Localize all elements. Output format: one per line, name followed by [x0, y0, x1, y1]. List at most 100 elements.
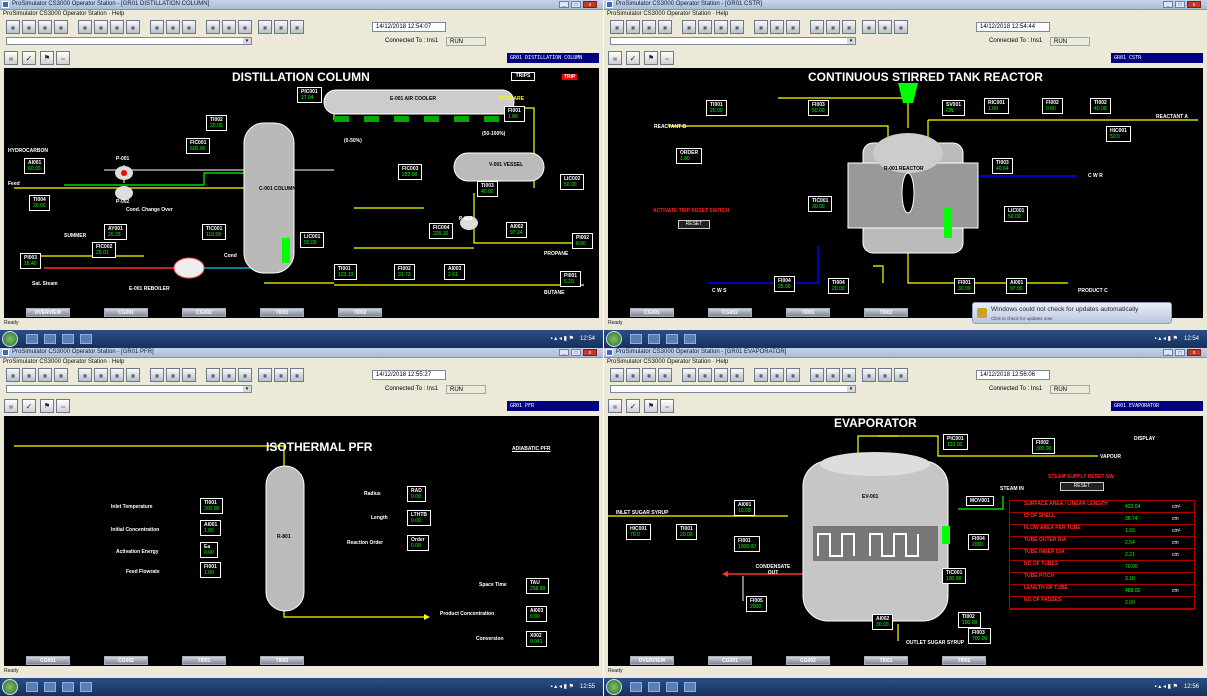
- trips-button[interactable]: TRIPS: [511, 72, 535, 81]
- tab-cg001[interactable]: CG001: [630, 308, 674, 317]
- pi003-tag[interactable]: PI003 16.40: [20, 253, 42, 269]
- taskbar-media-icon[interactable]: [666, 334, 678, 344]
- lic001-tag[interactable]: LIC001 50.00: [1004, 206, 1029, 222]
- system-tool-icon[interactable]: ▦: [842, 368, 856, 382]
- fic003-tag[interactable]: FIC003 282.00: [398, 164, 423, 180]
- chevron-down-icon[interactable]: ▾: [847, 386, 855, 392]
- overview-tool-icon[interactable]: ▦: [6, 368, 20, 382]
- fi003-tag[interactable]: FI003 700.00: [968, 628, 992, 644]
- tab-cg002[interactable]: CG002: [708, 308, 752, 317]
- menu-bar[interactable]: ProSimulator CS3000 Operator Station · H…: [0, 358, 603, 366]
- help-tool-icon[interactable]: ▦: [206, 368, 220, 382]
- tab-ti001[interactable]: TI001: [182, 656, 226, 665]
- ti004-tag[interactable]: TI004 20.00: [828, 278, 849, 294]
- tab-cg001[interactable]: CG001: [708, 656, 752, 665]
- display-button[interactable]: DISPLAY: [1134, 436, 1155, 442]
- navigate-tool-icon[interactable]: ▦: [166, 20, 180, 34]
- message-tool-icon[interactable]: ▦: [110, 20, 124, 34]
- video-tool-icon[interactable]: ▦: [290, 368, 304, 382]
- lthtb-tag[interactable]: LTHTB 0.00: [407, 510, 432, 526]
- help-tool-icon[interactable]: ▦: [206, 20, 220, 34]
- flag-icon[interactable]: ⚑: [40, 399, 54, 413]
- order-tag[interactable]: ORDER 1.80: [676, 148, 703, 164]
- x002-tag[interactable]: X002 0.041: [526, 631, 547, 647]
- tic001-tag[interactable]: TIC001 100.00: [942, 568, 967, 584]
- reset-button[interactable]: RESET: [1060, 482, 1104, 491]
- report-tool-icon[interactable]: ▦: [730, 20, 744, 34]
- print-icon[interactable]: ▤: [608, 399, 622, 413]
- mute-tool-icon[interactable]: ▦: [878, 368, 892, 382]
- adiabatic-pfr-link[interactable]: ADIABATIC PFR: [512, 446, 551, 452]
- tuning-tool-icon[interactable]: ▦: [658, 368, 672, 382]
- tray-icons[interactable]: ▪ ▴ ◂ ▮ ⚑: [550, 336, 574, 342]
- print-tool-icon[interactable]: ▦: [826, 368, 840, 382]
- pic001-tag[interactable]: PIC001 17.04: [297, 87, 322, 103]
- taskbar-folder-icon[interactable]: [44, 682, 56, 692]
- window-combo[interactable]: ▾: [6, 385, 252, 393]
- fic001-tag[interactable]: FIC001 500.00: [186, 138, 211, 154]
- ai001-tag[interactable]: AI001 97.00: [1006, 278, 1028, 294]
- faceplate-tool-icon[interactable]: ▦: [78, 368, 92, 382]
- trend-tool-icon[interactable]: ▦: [642, 20, 656, 34]
- ai001-tag[interactable]: AI001 1.00: [200, 520, 222, 536]
- reset-button[interactable]: RESET: [678, 220, 710, 229]
- fi001-tag[interactable]: FI001 1.88: [504, 106, 525, 122]
- graphic-tool-icon[interactable]: ▦: [22, 20, 36, 34]
- tab-ti002[interactable]: TI002: [338, 308, 382, 317]
- help-tool-icon[interactable]: ▦: [810, 20, 824, 34]
- copy-tool-icon[interactable]: ▦: [862, 368, 876, 382]
- chevron-down-icon[interactable]: ▾: [243, 386, 251, 392]
- maximize-button[interactable]: □: [571, 349, 581, 356]
- fi001-tag[interactable]: FI001 30.00: [954, 278, 975, 294]
- ti002-tag[interactable]: TI002 100.00: [958, 612, 982, 628]
- ai003-tag[interactable]: AI003 2.61: [444, 264, 466, 280]
- print-tool-icon[interactable]: ▦: [222, 20, 236, 34]
- rad-tag[interactable]: RAD 0.00: [407, 486, 426, 502]
- tab-ti001[interactable]: TI001: [786, 308, 830, 317]
- tab-ti001[interactable]: TI001: [864, 656, 908, 665]
- taskbar-ie-icon[interactable]: [630, 682, 642, 692]
- tab-overview[interactable]: OVERVIEW: [26, 308, 70, 317]
- copy-tool-icon[interactable]: ▦: [258, 20, 272, 34]
- taskbar-app-icon[interactable]: [684, 682, 696, 692]
- faceplate-tool-icon[interactable]: ▦: [682, 368, 696, 382]
- tab-cg001[interactable]: CG001: [104, 308, 148, 317]
- trend-tool-icon[interactable]: ▦: [38, 368, 52, 382]
- menu-bar[interactable]: ProSimulator CS3000 Operator Station · H…: [0, 10, 603, 18]
- minimize-button[interactable]: _: [559, 1, 569, 8]
- video-tool-icon[interactable]: ▦: [290, 20, 304, 34]
- ti003-tag[interactable]: TI003 40.00: [477, 181, 498, 197]
- maximize-button[interactable]: □: [1175, 1, 1185, 8]
- fi001-tag[interactable]: FI001 1000.00: [734, 536, 761, 552]
- ti001-tag[interactable]: TI001 123.10: [334, 264, 358, 280]
- tab-ti001[interactable]: TI001: [260, 308, 304, 317]
- taskbar-media-icon[interactable]: [666, 682, 678, 692]
- alarm-tool-icon[interactable]: ▦: [94, 20, 108, 34]
- overview-tool-icon[interactable]: ▦: [610, 20, 624, 34]
- navigate-tool-icon[interactable]: ▦: [166, 368, 180, 382]
- name-tool-icon[interactable]: ▦: [786, 368, 800, 382]
- start-button[interactable]: [2, 679, 18, 695]
- help-tool-icon[interactable]: ▦: [810, 368, 824, 382]
- system-tool-icon[interactable]: ▦: [238, 20, 252, 34]
- tau-tag[interactable]: TAU 258.80: [526, 578, 550, 594]
- faceplate-tool-icon[interactable]: ▦: [682, 20, 696, 34]
- ric001-tag[interactable]: RIC001 1.00: [984, 98, 1009, 114]
- minimize-button[interactable]: _: [1163, 349, 1173, 356]
- message-tool-icon[interactable]: ▦: [714, 20, 728, 34]
- alarm-tool-icon[interactable]: ▦: [698, 368, 712, 382]
- fic004-tag[interactable]: FIC004 226.10: [429, 223, 454, 239]
- fi002-tag[interactable]: FI002 300.00: [1032, 438, 1056, 454]
- fi001-tag[interactable]: FI001 1.00: [200, 562, 221, 578]
- taskbar-ie-icon[interactable]: [26, 682, 38, 692]
- check-icon[interactable]: ✓: [22, 399, 36, 413]
- graphic-tool-icon[interactable]: ▦: [626, 368, 640, 382]
- taskbar-folder-icon[interactable]: [648, 334, 660, 344]
- tuning-tool-icon[interactable]: ▦: [54, 368, 68, 382]
- ai001-tag[interactable]: AI001 10.00: [734, 500, 756, 516]
- ti002-tag[interactable]: TI002 40.00: [1090, 98, 1111, 114]
- message-tool-icon[interactable]: ▦: [110, 368, 124, 382]
- mute-tool-icon[interactable]: ▦: [274, 368, 288, 382]
- print-icon[interactable]: ▤: [608, 51, 622, 65]
- flag-icon[interactable]: ⚑: [40, 51, 54, 65]
